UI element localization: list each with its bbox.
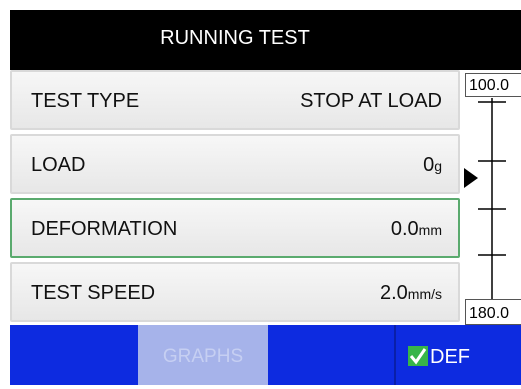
page-title: RUNNING TEST	[160, 27, 310, 49]
deformation-value-text: 0.0	[390, 218, 419, 240]
test-type-value: STOP AT LOAD	[300, 72, 442, 128]
toolbar-divider	[394, 325, 396, 385]
load-value-text: 0	[423, 154, 435, 176]
pointer-arrow-icon	[464, 168, 478, 188]
deformation-value: 0.0mm	[391, 200, 442, 256]
test-type-row[interactable]: TEST TYPE STOP AT LOAD	[10, 70, 460, 130]
load-row[interactable]: LOAD 0g	[10, 134, 460, 194]
graphs-button[interactable]: GRAPHS	[138, 325, 268, 385]
test-speed-value-text: 2.0	[379, 282, 408, 304]
load-label: LOAD	[31, 154, 86, 176]
test-speed-value: 2.0mm/s	[380, 264, 442, 320]
load-scale-gauge: 100.0 180.0	[460, 70, 521, 325]
test-type-label: TEST TYPE	[31, 90, 140, 112]
deformation-row[interactable]: DEFORMATION 0.0mm	[10, 198, 460, 258]
test-type-value-text: STOP AT LOAD	[300, 90, 442, 112]
running-test-screen: RUNNING TEST TEST TYPE STOP AT LOAD LOAD…	[10, 10, 521, 385]
test-speed-label: TEST SPEED	[31, 282, 156, 304]
def-label: DEF	[430, 346, 470, 368]
deformation-unit: mm	[418, 222, 442, 238]
parameter-list: TEST TYPE STOP AT LOAD LOAD 0g DEFORMATI…	[10, 70, 460, 325]
load-unit: g	[434, 158, 442, 174]
test-speed-row[interactable]: TEST SPEED 2.0mm/s	[10, 262, 460, 322]
checkbox-checked-icon	[408, 346, 428, 366]
bottom-toolbar: GRAPHS DEF	[10, 325, 521, 385]
scale-min-value: 180.0	[465, 299, 521, 325]
scale-max-value: 100.0	[465, 73, 521, 97]
def-toggle[interactable]: DEF	[408, 325, 470, 385]
test-speed-unit: mm/s	[407, 286, 442, 302]
deformation-label: DEFORMATION	[31, 218, 178, 240]
load-value: 0g	[423, 136, 442, 192]
title-bar: RUNNING TEST	[10, 10, 521, 70]
scale-ruler	[464, 98, 506, 299]
